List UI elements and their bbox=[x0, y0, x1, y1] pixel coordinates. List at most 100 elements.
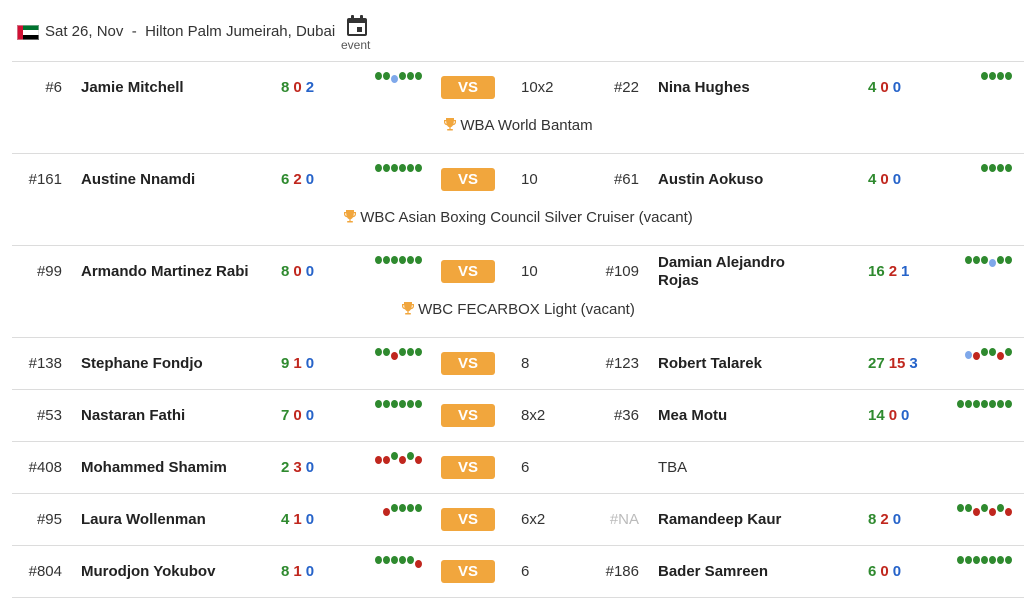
record-draws: 0 bbox=[305, 355, 315, 372]
form-dot-w bbox=[415, 347, 422, 356]
right-fighter-name[interactable]: Ramandeep Kaur bbox=[658, 494, 828, 545]
form-dot-w bbox=[383, 347, 390, 356]
left-fighter-record: 800 bbox=[281, 246, 351, 297]
vs-badge[interactable]: VS bbox=[441, 494, 495, 545]
vs-badge[interactable]: VS bbox=[441, 246, 495, 297]
form-dot-w bbox=[399, 399, 406, 408]
vs-badge[interactable]: VS bbox=[441, 62, 495, 113]
form-dot-l bbox=[989, 507, 996, 516]
right-fighter-form bbox=[942, 338, 1012, 389]
left-fighter-record: 700 bbox=[281, 390, 351, 441]
right-fighter-rank: #186 bbox=[605, 563, 639, 580]
left-fighter-rank: #53 bbox=[36, 407, 62, 424]
left-fighter-name[interactable]: Jamie Mitchell bbox=[81, 62, 251, 113]
form-dot-w bbox=[383, 163, 390, 172]
vs-badge[interactable]: VS bbox=[441, 390, 495, 441]
right-fighter-name[interactable]: Mea Motu bbox=[658, 390, 828, 441]
form-dot-w bbox=[973, 255, 980, 264]
form-dot-w bbox=[957, 555, 964, 564]
fight-row[interactable]: #95 Laura Wollenman 4 1 0 VS 6x2 #NA Ramandeep K… bbox=[12, 493, 1024, 545]
form-dot-w bbox=[965, 255, 972, 264]
fight-row[interactable]: #6 Jamie Mitchell 8 0 2 VS 10x2 #22 Nina Hughes 4… bbox=[12, 61, 1024, 153]
right-fighter-name[interactable]: Damian Alejandro Rojas bbox=[658, 246, 828, 297]
right-fighter-form bbox=[942, 390, 1012, 441]
vs-label: VS bbox=[441, 456, 495, 479]
fight-row[interactable]: #161 Austine Nnamdi 6 2 0 VS 10 #61 Austin Aokus… bbox=[12, 153, 1024, 245]
left-fighter-name[interactable]: Nastaran Fathi bbox=[81, 390, 251, 441]
record-losses: 3 bbox=[293, 459, 302, 476]
calendar-label[interactable]: event bbox=[341, 38, 370, 52]
fight-rounds: 10 bbox=[521, 263, 538, 280]
fight-card-list: #6 Jamie Mitchell 8 0 2 VS 10x2 #22 Nina Hughes 4… bbox=[12, 61, 1024, 598]
form-dot-w bbox=[981, 71, 988, 80]
fight-row[interactable]: #408 Mohammed Shamim 2 3 0 VS 6 TBA bbox=[12, 441, 1024, 493]
record-losses: 2 bbox=[293, 171, 302, 188]
form-dot-w bbox=[391, 255, 398, 264]
vs-label: VS bbox=[441, 352, 495, 375]
form-dot-w bbox=[997, 503, 1004, 512]
record-wins: 2 bbox=[281, 459, 290, 476]
fight-rounds: 8 bbox=[521, 355, 530, 372]
form-dot-w bbox=[997, 399, 1004, 408]
record-losses: 0 bbox=[880, 563, 889, 580]
fight-row[interactable]: #138 Stephane Fondjo 9 1 0 VS 8 #123 Robert Tala… bbox=[12, 337, 1024, 389]
event-info: Sat 26, Nov - Hilton Palm Jumeirah, Duba… bbox=[45, 23, 335, 40]
left-fighter-name[interactable]: Laura Wollenman bbox=[81, 494, 251, 545]
left-fighter-record: 802 bbox=[281, 62, 351, 113]
form-dot-l bbox=[415, 559, 422, 568]
left-fighter-name[interactable]: Armando Martinez Rabi bbox=[81, 246, 251, 297]
form-dot-w bbox=[1005, 163, 1012, 172]
form-dot-w bbox=[965, 503, 972, 512]
right-fighter-record: 14 0 0 bbox=[868, 390, 938, 441]
record-losses: 15 bbox=[888, 355, 906, 372]
left-fighter-form bbox=[352, 546, 422, 597]
right-fighter-name[interactable]: Robert Talarek bbox=[658, 338, 828, 389]
form-dot-l bbox=[383, 455, 390, 464]
form-dot-w bbox=[383, 399, 390, 408]
left-fighter-name[interactable]: Austine Nnamdi bbox=[81, 154, 251, 205]
form-dot-w bbox=[981, 347, 988, 356]
event-venue[interactable]: Hilton Palm Jumeirah, Dubai bbox=[145, 23, 335, 40]
form-dot-w bbox=[407, 347, 414, 356]
trophy-icon bbox=[402, 302, 415, 315]
form-dot-d bbox=[989, 258, 996, 267]
fight-row[interactable]: #99 Armando Martinez Rabi 8 0 0 VS 10 #109 Damia… bbox=[12, 245, 1024, 337]
form-dot-w bbox=[415, 399, 422, 408]
form-dot-w bbox=[407, 71, 414, 80]
vs-badge[interactable]: VS bbox=[441, 154, 495, 205]
right-fighter-name[interactable]: Austin Aokuso bbox=[658, 154, 828, 205]
form-dot-w bbox=[383, 71, 390, 80]
right-fighter-name[interactable]: Bader Samreen bbox=[658, 546, 828, 597]
calendar-icon[interactable] bbox=[346, 15, 368, 37]
vs-badge[interactable]: VS bbox=[441, 442, 495, 493]
left-fighter-name[interactable]: Stephane Fondjo bbox=[81, 338, 251, 389]
left-fighter-form bbox=[352, 494, 422, 545]
vs-badge[interactable]: VS bbox=[441, 546, 495, 597]
fight-row[interactable]: #804 Murodjon Yokubov 8 1 0 VS 6 #186 Bader Samr… bbox=[12, 545, 1024, 598]
record-draws: 2 bbox=[305, 79, 315, 96]
fight-rounds: 10x2 bbox=[521, 79, 554, 96]
fight-row[interactable]: #53 Nastaran Fathi 7 0 0 VS 8x2 #36 Mea Motu 14 0 0 bbox=[12, 389, 1024, 441]
form-dot-w bbox=[375, 163, 382, 172]
form-dot-l bbox=[375, 455, 382, 464]
trophy-icon bbox=[344, 210, 357, 223]
right-fighter-rank: #109 bbox=[605, 263, 639, 280]
right-fighter-rank: #22 bbox=[613, 79, 639, 96]
record-losses: 1 bbox=[293, 563, 302, 580]
form-dot-l bbox=[997, 351, 1004, 360]
vs-badge[interactable]: VS bbox=[441, 338, 495, 389]
record-draws: 0 bbox=[892, 79, 902, 96]
title-belt: WBC Asian Boxing Council Silver Cruiser … bbox=[12, 209, 1024, 226]
record-wins: 6 bbox=[868, 563, 877, 580]
record-losses: 0 bbox=[888, 407, 898, 424]
left-fighter-name[interactable]: Murodjon Yokubov bbox=[81, 546, 251, 597]
left-fighter-form bbox=[352, 62, 422, 113]
right-fighter-name[interactable]: Nina Hughes bbox=[658, 62, 828, 113]
form-dot-w bbox=[399, 347, 406, 356]
left-fighter-form bbox=[352, 154, 422, 205]
form-dot-w bbox=[965, 555, 972, 564]
form-dot-w bbox=[391, 555, 398, 564]
left-fighter-record: 910 bbox=[281, 338, 351, 389]
right-fighter-record: 820 bbox=[868, 494, 938, 545]
left-fighter-name[interactable]: Mohammed Shamim bbox=[81, 442, 251, 493]
